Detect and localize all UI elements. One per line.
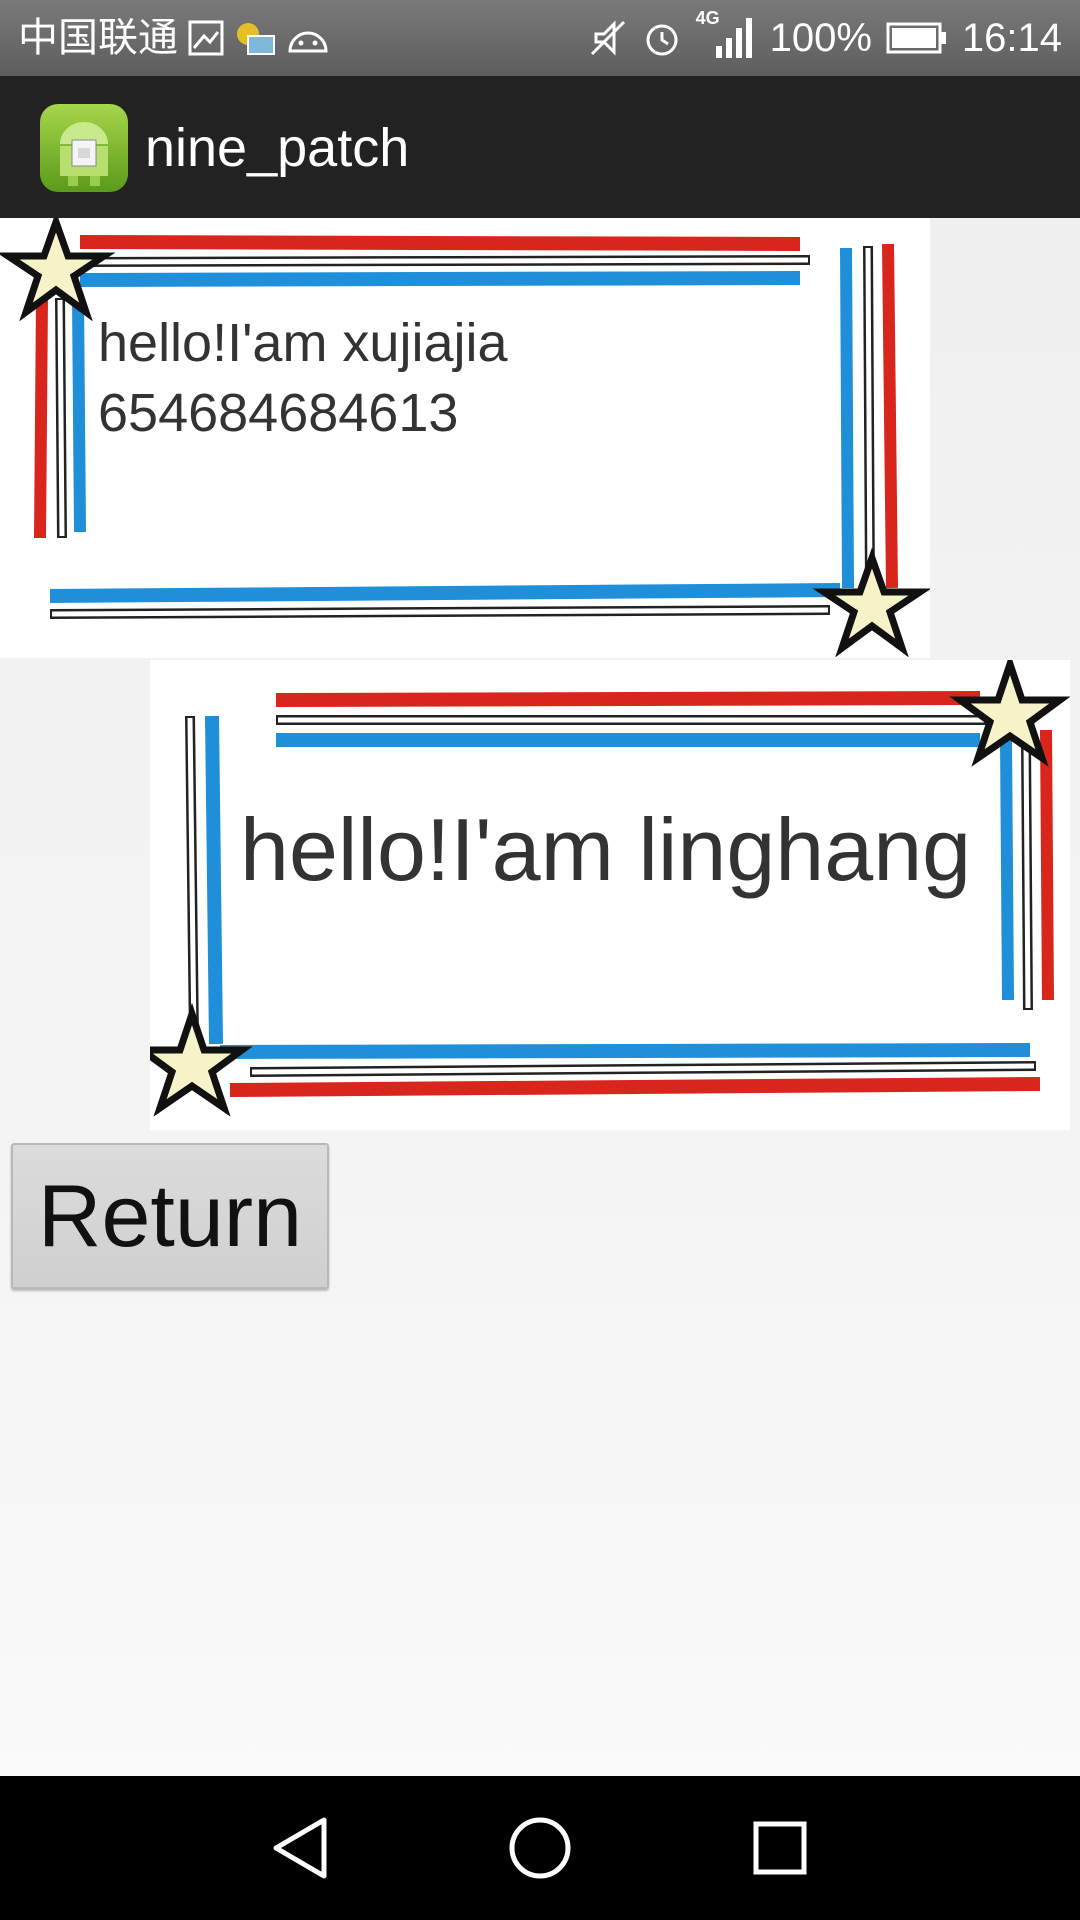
status-bar: 中国联通 4G 100% 16:14 xyxy=(0,0,1080,76)
star-icon xyxy=(150,1002,253,1117)
linghang-text: hello!I'am linghang xyxy=(240,800,972,899)
gallery-icon xyxy=(188,20,224,56)
frame1-line1: hello!I'am xujiajia xyxy=(98,313,508,373)
back-icon[interactable] xyxy=(264,1812,336,1884)
mute-icon xyxy=(588,18,628,58)
app-title: nine_patch xyxy=(145,118,410,178)
frame1-line2: 654684684613 xyxy=(98,383,459,443)
action-bar: nine_patch xyxy=(0,76,1080,218)
alarm-icon xyxy=(642,18,682,58)
clock: 16:14 xyxy=(961,16,1062,60)
return-button[interactable]: Return xyxy=(11,1143,329,1289)
android-icon xyxy=(286,21,330,55)
home-icon[interactable] xyxy=(504,1812,576,1884)
android-app-icon[interactable] xyxy=(40,104,128,192)
carrier-label: 中国联通 xyxy=(18,16,178,60)
navigation-bar xyxy=(0,1776,1080,1920)
star-icon xyxy=(812,547,930,658)
recents-icon[interactable] xyxy=(744,1812,816,1884)
battery-icon xyxy=(886,21,948,55)
nine-patch-frame-1: hello!I'am xujiajia 654684684613 xyxy=(0,218,930,658)
signal-icon: 4G xyxy=(696,8,756,60)
xujiajia-text: hello!I'am xujiajia 654684684613 xyxy=(98,308,508,448)
network-label: 4G xyxy=(695,8,720,28)
battery-level: 100% xyxy=(769,16,872,60)
email-icon xyxy=(234,20,276,56)
nine-patch-frame-2: hello!I'am linghang xyxy=(150,660,1070,1130)
